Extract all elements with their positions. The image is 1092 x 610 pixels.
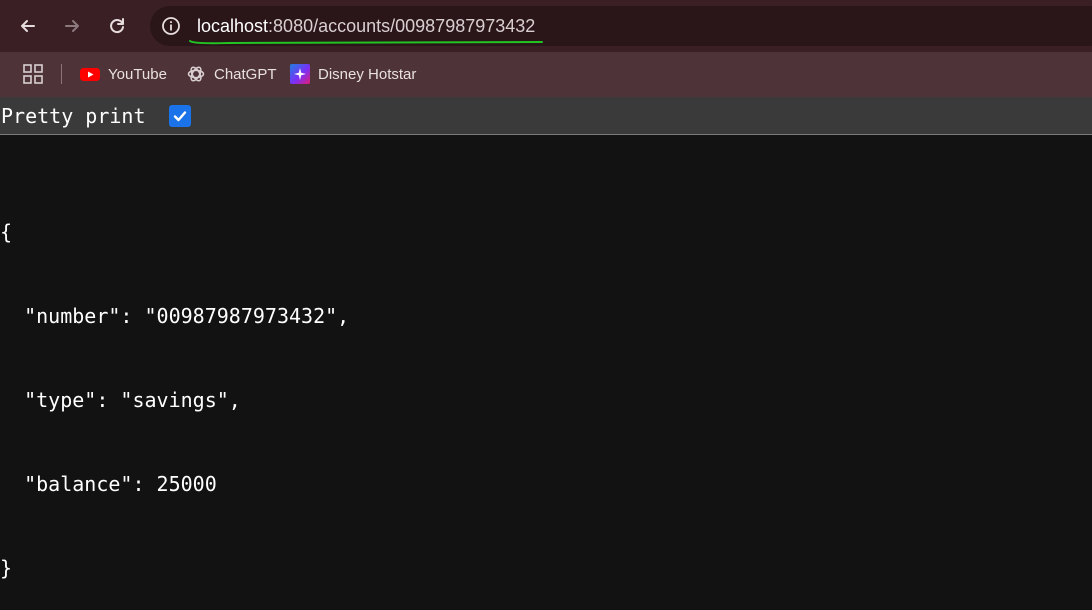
bookmarks-separator [61, 64, 62, 84]
bookmark-youtube[interactable]: YouTube [80, 60, 167, 88]
forward-button[interactable] [56, 10, 88, 42]
json-content: { "number": "00987987973432", "type": "s… [0, 162, 349, 610]
url-text[interactable]: localhost:8080/accounts/00987987973432 [197, 15, 535, 37]
url-path: :8080/accounts/00987987973432 [268, 16, 536, 36]
reload-button[interactable] [101, 10, 133, 42]
checkmark-icon [173, 111, 187, 122]
bookmarks-bar: YouTube ChatGPT Disney Hotstar [0, 52, 1092, 97]
reload-icon [110, 18, 124, 34]
youtube-icon [80, 68, 100, 81]
json-line: { [0, 220, 13, 244]
info-icon[interactable] [160, 15, 182, 37]
json-line: "balance": 25000 [0, 472, 217, 496]
json-line: "number": "00987987973432", [0, 304, 350, 328]
bookmark-label: Disney Hotstar [318, 65, 417, 83]
json-line: "type": "savings", [0, 388, 241, 412]
address-bar[interactable]: localhost:8080/accounts/00987987973432 [150, 6, 1092, 46]
pretty-print-bar: Pretty print [0, 97, 1092, 135]
bookmark-label: YouTube [108, 65, 167, 83]
chatgpt-icon [187, 66, 205, 82]
arrow-right-icon [65, 20, 79, 32]
pretty-print-label: Pretty print [1, 104, 146, 128]
bookmark-label: ChatGPT [214, 65, 277, 83]
json-line: } [0, 556, 13, 580]
apps-grid-icon[interactable] [22, 63, 44, 85]
back-button[interactable] [12, 10, 44, 42]
bookmark-disney-hotstar[interactable]: Disney Hotstar [290, 60, 416, 88]
browser-toolbar: localhost:8080/accounts/00987987973432 [0, 0, 1092, 52]
pretty-print-checkbox[interactable] [169, 105, 191, 127]
url-host: localhost [197, 16, 269, 36]
bookmark-chatgpt[interactable]: ChatGPT [186, 60, 277, 88]
url-underline-annotation [189, 40, 543, 45]
hotstar-icon [290, 64, 310, 84]
arrow-left-icon [21, 20, 35, 32]
